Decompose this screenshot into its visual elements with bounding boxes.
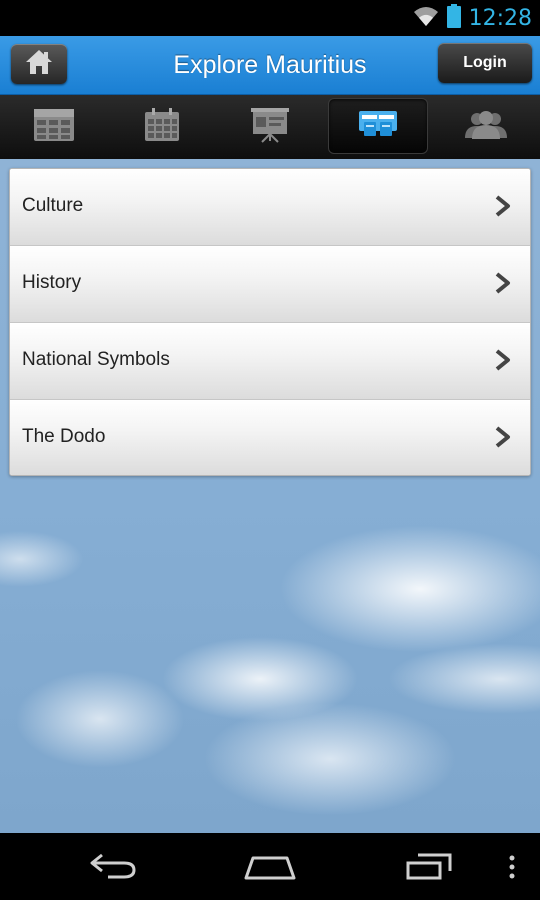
app-header: Explore Mauritius Login (0, 36, 540, 95)
tab-table[interactable] (0, 95, 108, 159)
table-icon (33, 108, 75, 147)
login-button[interactable]: Login (438, 43, 532, 83)
list-item-national-symbols[interactable]: National Symbols (10, 323, 530, 400)
chevron-right-icon (494, 349, 512, 376)
tab-info[interactable] (324, 95, 432, 159)
chevron-right-icon (494, 272, 512, 299)
page-title: Explore Mauritius (173, 51, 367, 79)
content-area: Culture History National Symbols The Dod… (0, 159, 540, 833)
home-nav-icon[interactable] (243, 851, 297, 886)
battery-icon (446, 3, 461, 33)
list-item-label: The Dodo (22, 426, 106, 447)
list-item-culture[interactable]: Culture (10, 169, 530, 246)
list-item-label: History (22, 272, 82, 293)
list-item-label: National Symbols (22, 349, 170, 370)
info-cards-icon (358, 110, 398, 145)
list-item-label: Culture (22, 195, 84, 216)
chevron-right-icon (494, 426, 512, 453)
tab-presentation[interactable] (216, 95, 324, 159)
back-icon[interactable] (88, 851, 138, 886)
list-item-history[interactable]: History (10, 246, 530, 323)
tab-calendar[interactable] (108, 95, 216, 159)
list-item-the-dodo[interactable]: The Dodo (10, 400, 530, 475)
chevron-right-icon (494, 195, 512, 222)
tab-bar (0, 95, 540, 159)
status-bar: 12:28 (0, 0, 540, 36)
wifi-icon (413, 5, 439, 32)
status-time: 12:28 (468, 5, 532, 31)
home-icon (24, 48, 54, 81)
system-nav-bar (0, 833, 540, 900)
users-icon (463, 110, 509, 145)
home-button[interactable] (11, 44, 67, 84)
menu-list: Culture History National Symbols The Dod… (9, 168, 531, 476)
recent-apps-icon[interactable] (404, 851, 454, 886)
overflow-menu-icon[interactable] (508, 855, 516, 884)
presentation-icon (250, 107, 290, 148)
tab-users[interactable] (432, 95, 540, 159)
calendar-icon (144, 107, 180, 147)
